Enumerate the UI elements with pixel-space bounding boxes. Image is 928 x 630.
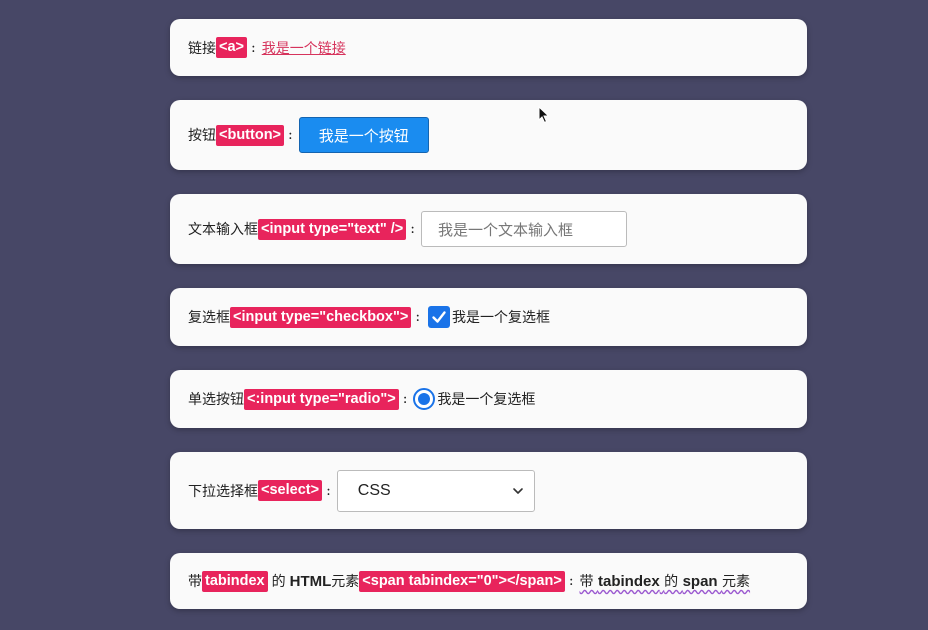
text-input-colon: : xyxy=(410,221,415,237)
checkmark-icon xyxy=(432,311,446,323)
mouse-cursor-icon xyxy=(538,106,550,124)
select-value: CSS xyxy=(357,481,391,499)
span-label-prefix: 带 xyxy=(188,574,202,590)
select-card: 下拉选择框 <select> : CSS xyxy=(170,452,807,529)
radio-label: 单选按钮 xyxy=(188,392,244,408)
text-input-label: 文本输入框 xyxy=(188,222,258,238)
text-input-placeholder: 我是一个文本输入框 xyxy=(438,220,574,239)
demo-link[interactable]: 我是一个链接 xyxy=(262,38,346,58)
tabindex-tag: tabindex xyxy=(202,570,268,592)
checkbox-colon: : xyxy=(415,309,421,325)
span-text-suffix: 元素 xyxy=(722,574,751,590)
link-card: 链接 <a> : 我是一个链接 xyxy=(170,19,807,76)
checkbox-label: 复选框 xyxy=(188,310,230,326)
radio-card: 单选按钮 <:input type="radio"> : 我是一个复选框 xyxy=(170,370,807,428)
button-colon: : xyxy=(288,127,293,143)
demo-select[interactable]: CSS xyxy=(336,469,535,512)
radio-tag: <:input type="radio"> xyxy=(244,388,399,410)
select-label: 下拉选择框 xyxy=(188,483,258,500)
link-tag: <a> xyxy=(216,37,247,58)
text-input-card: 文本输入框 <input type="text" /> : 我是一个文本输入框 xyxy=(170,194,807,264)
link-colon: : xyxy=(251,39,256,56)
span-label-mid: 的 xyxy=(271,574,286,590)
span-label-suffix: 元素 xyxy=(331,574,360,590)
span-tag: <span tabindex="0"></span> xyxy=(359,570,565,592)
button-tag: <button> xyxy=(216,124,285,146)
span-text-mid: 的 xyxy=(664,574,679,590)
span-card: 带 tabindex 的 HTML 元素 <span tabindex="0">… xyxy=(170,553,807,609)
chevron-down-icon xyxy=(512,487,523,494)
link-label: 链接 xyxy=(188,40,216,57)
radio-selected-dot xyxy=(418,393,431,405)
demo-button[interactable]: 我是一个按钮 xyxy=(298,117,429,153)
span-text-prefix: 带 xyxy=(579,574,594,590)
checkbox-card: 复选框 <input type="checkbox"> : 我是一个复选框 xyxy=(170,288,807,346)
demo-radio[interactable] xyxy=(413,388,436,410)
text-input-tag: <input type="text" /> xyxy=(258,218,407,240)
demo-text-input[interactable]: 我是一个文本输入框 xyxy=(421,211,627,247)
radio-colon: : xyxy=(402,391,408,407)
span-label-html: HTML xyxy=(289,572,332,590)
span-text-span: span xyxy=(682,573,718,590)
checkbox-tag: <input type="checkbox"> xyxy=(230,306,412,328)
span-colon: : xyxy=(568,573,574,589)
checkbox-option-text: 我是一个复选框 xyxy=(452,310,551,326)
radio-option-text: 我是一个复选框 xyxy=(437,392,536,408)
span-text-tabindex: tabindex xyxy=(597,573,660,590)
select-tag: <select> xyxy=(258,480,323,501)
button-label: 按钮 xyxy=(188,128,216,144)
demo-checkbox[interactable] xyxy=(428,306,451,328)
demo-span[interactable]: 带 tabindex 的 span 元素 xyxy=(580,571,751,591)
select-colon: : xyxy=(326,482,331,499)
button-card: 按钮 <button> : 我是一个按钮 xyxy=(170,100,807,170)
